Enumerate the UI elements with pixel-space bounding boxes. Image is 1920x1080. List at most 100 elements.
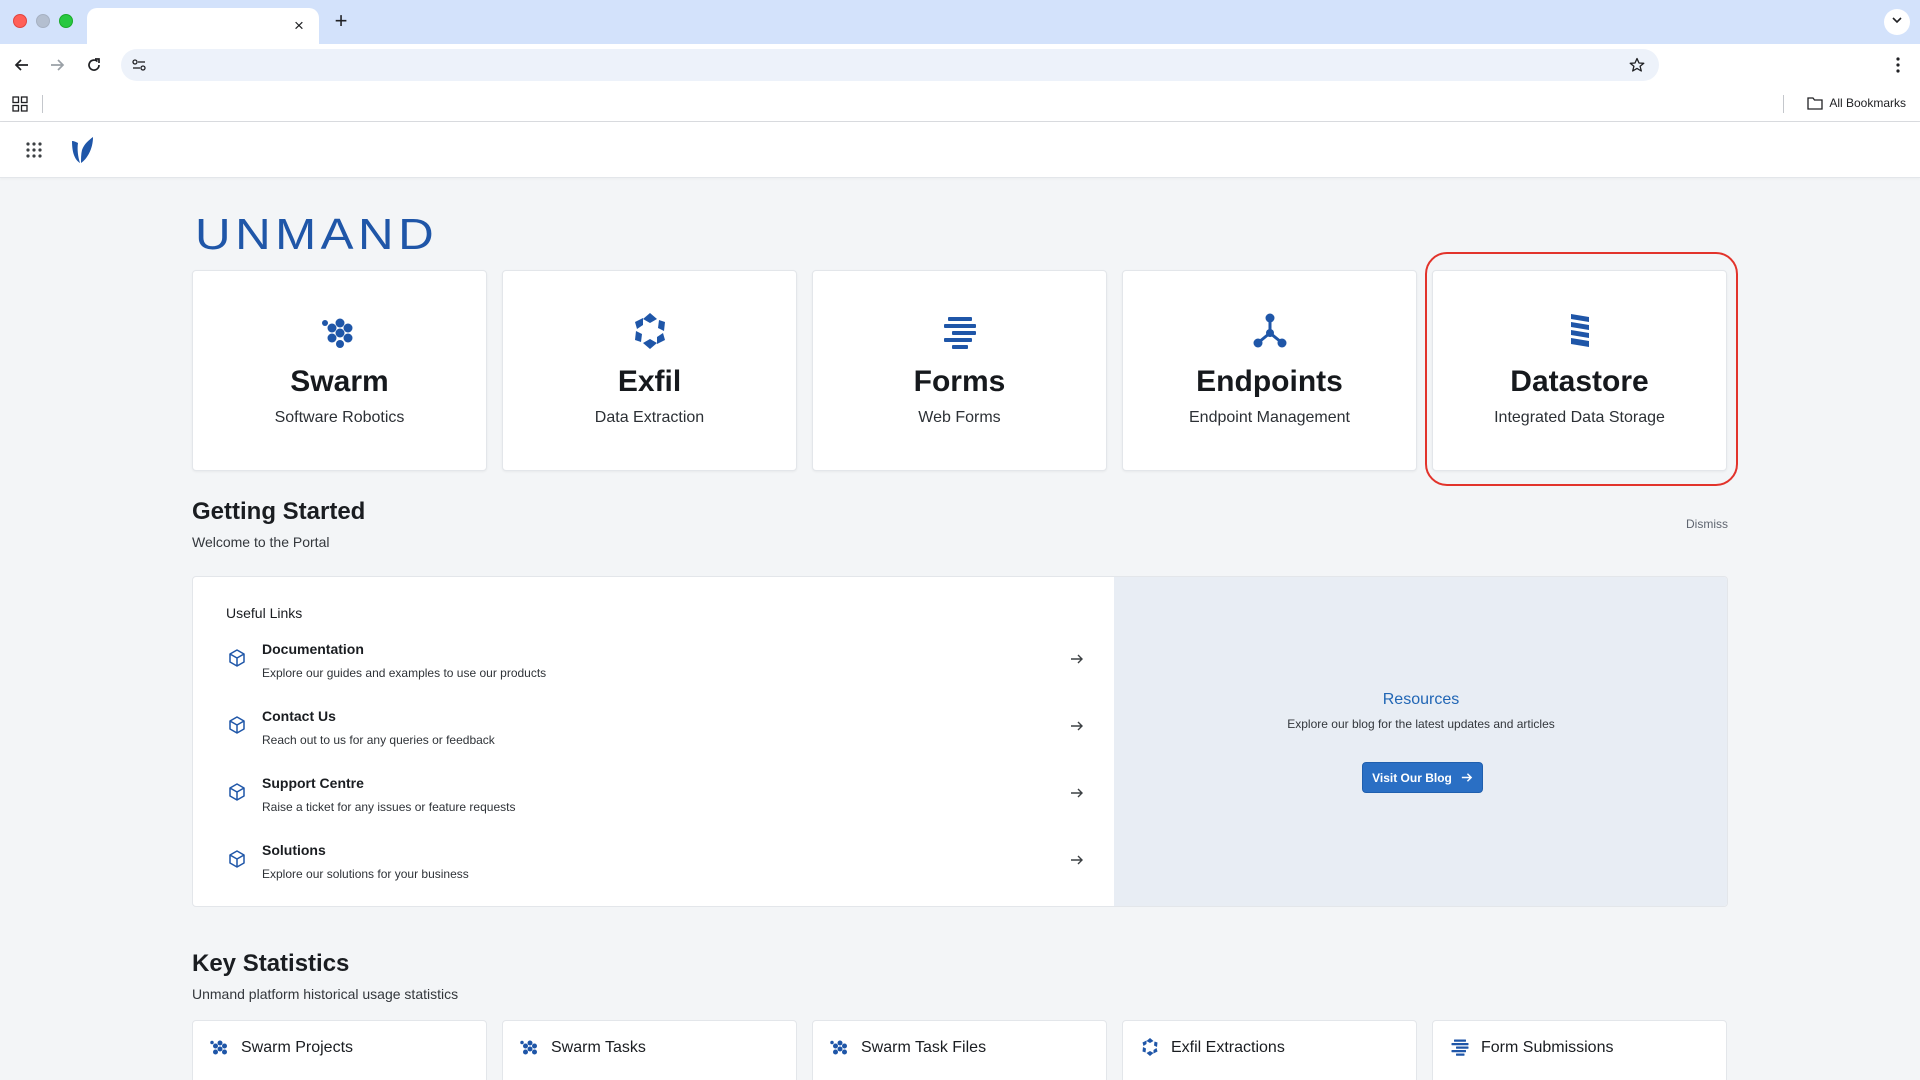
swarm-icon — [830, 1040, 847, 1055]
product-card-exfil[interactable]: Exfil Data Extraction — [502, 270, 797, 471]
link-description: Explore our guides and examples to use o… — [262, 666, 547, 680]
link-solutions[interactable]: Solutions Explore our solutions for your… — [218, 837, 1088, 893]
dismiss-button[interactable]: Dismiss — [1686, 517, 1728, 531]
product-subtitle: Web Forms — [918, 409, 1001, 426]
swarm-icon — [210, 1040, 227, 1055]
new-tab-button[interactable]: + — [327, 7, 355, 35]
cube-icon — [229, 716, 245, 734]
swarm-icon — [322, 318, 353, 348]
all-bookmarks-label: All Bookmarks — [1829, 96, 1906, 110]
more-vertical-icon — [1896, 57, 1900, 73]
visit-blog-button[interactable]: Visit Our Blog — [1362, 762, 1483, 793]
getting-started-title: Getting Started — [192, 498, 366, 525]
useful-links-title: Useful Links — [226, 605, 303, 621]
visit-blog-label: Visit Our Blog — [1372, 770, 1452, 785]
resources-section: Resources Explore our blog for the lates… — [1114, 577, 1727, 906]
site-settings-icon[interactable] — [129, 55, 149, 75]
back-button[interactable] — [8, 51, 36, 79]
product-card-endpoints[interactable]: Endpoints Endpoint Management — [1122, 270, 1417, 471]
folder-icon — [1807, 97, 1823, 110]
bookmark-star-icon[interactable] — [1627, 55, 1647, 75]
address-input[interactable] — [157, 49, 1597, 81]
arrow-right-icon — [1461, 773, 1473, 782]
link-description: Reach out to us for any queries or feedb… — [262, 733, 495, 747]
close-window-button[interactable] — [13, 14, 27, 28]
browser-toolbar — [0, 44, 1920, 84]
maximize-window-button[interactable] — [59, 14, 73, 28]
link-contact-us[interactable]: Contact Us Reach out to us for any queri… — [218, 703, 1088, 759]
product-card-datastore[interactable]: Datastore Integrated Data Storage — [1432, 270, 1727, 471]
product-card-forms[interactable]: Forms Web Forms — [812, 270, 1107, 471]
bookmarks-separator — [42, 95, 43, 113]
brand-wordmark: UNMAND — [195, 210, 439, 259]
product-name: Exfil — [617, 365, 682, 398]
app-header — [0, 122, 1920, 178]
product-card-swarm[interactable]: Swarm Software Robotics — [192, 270, 487, 471]
link-support-centre[interactable]: Support Centre Raise a ticket for any is… — [218, 770, 1088, 826]
resources-title: Resources — [1382, 691, 1460, 708]
all-bookmarks-button[interactable]: All Bookmarks — [1807, 93, 1906, 113]
close-tab-button[interactable]: × — [289, 16, 309, 36]
reload-icon — [88, 58, 100, 71]
chevron-down-icon — [1892, 17, 1902, 24]
stat-label: Swarm Projects — [241, 1039, 354, 1056]
stat-card-swarm-tasks[interactable]: Swarm Tasks — [502, 1020, 797, 1080]
key-statistics-title: Key Statistics — [192, 950, 350, 977]
minimize-window-button[interactable] — [36, 14, 50, 28]
useful-links-section: Useful Links Documentation Explore our g… — [193, 577, 1114, 906]
forms-icon — [944, 317, 976, 349]
cube-icon — [229, 850, 245, 868]
browser-tab[interactable]: × — [87, 8, 319, 44]
arrow-right-icon — [51, 59, 65, 71]
forward-button[interactable] — [43, 51, 71, 79]
stat-card-swarm-projects[interactable]: Swarm Projects — [192, 1020, 487, 1080]
bookmarks-bar: All Bookmarks — [0, 84, 1920, 122]
link-title: Solutions — [262, 842, 326, 858]
endpoints-icon — [1253, 313, 1287, 348]
arrow-right-icon — [1071, 654, 1083, 664]
unmand-logo-icon[interactable] — [69, 135, 97, 165]
tab-search-button[interactable] — [1884, 9, 1910, 35]
exfil-icon — [1142, 1038, 1158, 1056]
swarm-icon — [520, 1040, 537, 1055]
stat-label: Swarm Tasks — [551, 1039, 646, 1056]
reload-button[interactable] — [80, 51, 108, 79]
link-title: Support Centre — [262, 775, 364, 791]
arrow-right-icon — [1071, 788, 1083, 798]
cube-icon — [229, 783, 245, 801]
product-subtitle: Software Robotics — [274, 409, 405, 426]
product-name: Swarm — [290, 365, 389, 398]
link-title: Contact Us — [262, 708, 336, 724]
getting-started-subtitle: Welcome to the Portal — [192, 534, 330, 550]
product-name: Datastore — [1510, 365, 1649, 398]
forms-icon — [1451, 1039, 1469, 1056]
arrow-left-icon — [14, 59, 28, 71]
product-subtitle: Integrated Data Storage — [1494, 409, 1665, 426]
datastore-icon — [1571, 314, 1589, 347]
browser-tab-bar: × + — [0, 0, 1920, 44]
link-documentation[interactable]: Documentation Explore our guides and exa… — [218, 636, 1088, 692]
arrow-right-icon — [1071, 855, 1083, 865]
cube-icon — [229, 649, 245, 667]
arrow-right-icon — [1071, 721, 1083, 731]
stat-label: Form Submissions — [1481, 1039, 1614, 1056]
browser-menu-button[interactable] — [1886, 51, 1910, 79]
app-launcher-icon[interactable] — [25, 141, 43, 159]
stat-label: Exfil Extractions — [1171, 1039, 1285, 1056]
key-statistics-subtitle: Unmand platform historical usage statist… — [192, 986, 459, 1002]
link-title: Documentation — [262, 641, 364, 657]
stat-card-form-submissions[interactable]: Form Submissions — [1432, 1020, 1727, 1080]
product-subtitle: Endpoint Management — [1189, 409, 1350, 426]
apps-grid-icon[interactable] — [12, 96, 28, 112]
stat-card-exfil-extractions[interactable]: Exfil Extractions — [1122, 1020, 1417, 1080]
stat-label: Swarm Task Files — [861, 1039, 987, 1056]
address-bar[interactable] — [121, 49, 1659, 81]
link-description: Explore our solutions for your business — [262, 867, 469, 881]
stat-card-swarm-task-files[interactable]: Swarm Task Files — [812, 1020, 1107, 1080]
getting-started-panel: Useful Links Documentation Explore our g… — [192, 576, 1728, 907]
product-name: Forms — [913, 365, 1006, 398]
product-subtitle: Data Extraction — [594, 409, 705, 426]
exfil-icon — [635, 313, 665, 349]
product-name: Endpoints — [1196, 365, 1343, 398]
bookmarks-separator — [1783, 95, 1784, 113]
